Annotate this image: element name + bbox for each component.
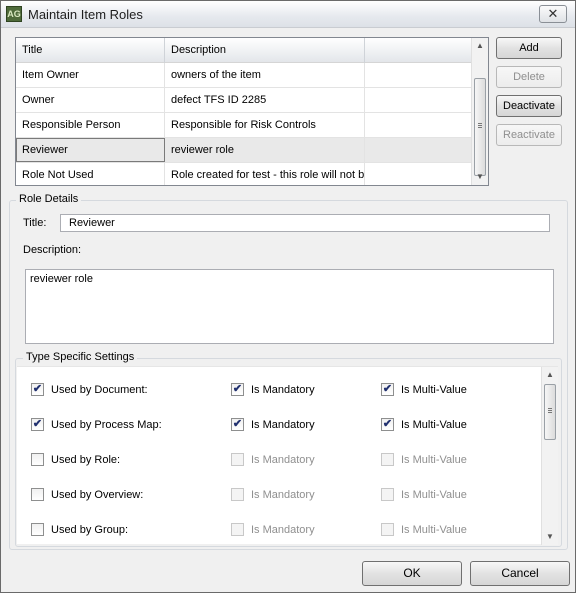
type-settings-legend: Type Specific Settings (23, 351, 138, 363)
ok-button[interactable]: OK (362, 561, 462, 586)
scroll-thumb[interactable] (474, 78, 486, 176)
row-description-cell: Role created for test - this role will n… (165, 163, 365, 185)
column-header-extra[interactable] (365, 38, 472, 63)
is-multi-value-label: Is Multi-Value (401, 454, 467, 466)
row-description-cell: defect TFS ID 2285 (165, 88, 365, 112)
used-by-label: Used by Role: (51, 454, 121, 466)
is-mandatory-checkbox[interactable] (231, 523, 244, 536)
description-label: Description: (23, 244, 82, 256)
used-by-label: Used by Document: (51, 384, 148, 396)
deactivate-button[interactable]: Deactivate (496, 95, 562, 117)
used-by-checkbox[interactable]: ✔ (31, 383, 44, 396)
delete-button[interactable]: Delete (496, 66, 562, 88)
row-description-cell: Responsible for Risk Controls (165, 113, 365, 137)
settings-row: Used by Group: Is Mandatory Is Multi-Value (17, 520, 537, 540)
is-mandatory-checkbox[interactable]: ✔ (231, 418, 244, 431)
table-header: Title Description (16, 38, 472, 63)
reactivate-button[interactable]: Reactivate (496, 124, 562, 146)
is-mandatory-checkbox[interactable] (231, 453, 244, 466)
used-by-checkbox[interactable] (31, 453, 44, 466)
row-extra-cell (365, 138, 472, 162)
close-button[interactable]: ✕ (539, 5, 567, 23)
row-extra-cell (365, 63, 472, 87)
add-button[interactable]: Add (496, 37, 562, 59)
maintain-item-roles-dialog: AG Maintain Item Roles ✕ Title Descripti… (0, 0, 576, 593)
is-multi-value-label: Is Multi-Value (401, 384, 467, 396)
column-header-title[interactable]: Title (16, 38, 165, 63)
is-multi-value-checkbox[interactable] (381, 453, 394, 466)
row-extra-cell (365, 88, 472, 112)
settings-row: ✔ Used by Process Map: ✔ Is Mandatory ✔ Is Mu… (17, 415, 537, 435)
is-mandatory-checkbox[interactable]: ✔ (231, 383, 244, 396)
settings-scroll-up-icon[interactable]: ▲ (542, 367, 558, 383)
description-field[interactable]: reviewer role (25, 269, 554, 344)
is-mandatory-label: Is Mandatory (251, 454, 315, 466)
role-details-legend: Role Details (16, 193, 82, 205)
table-scrollbar[interactable]: ▲ ▼ (471, 38, 488, 185)
row-description-cell: owners of the item (165, 63, 365, 87)
row-extra-cell (365, 163, 472, 185)
column-header-description[interactable]: Description (165, 38, 365, 63)
is-multi-value-checkbox[interactable] (381, 488, 394, 501)
scroll-up-icon[interactable]: ▲ (472, 38, 488, 54)
is-mandatory-checkbox[interactable] (231, 488, 244, 501)
row-title-cell: Reviewer (16, 138, 165, 162)
table-row[interactable]: Reviewer reviewer role (16, 138, 472, 163)
settings-row: Used by Role: Is Mandatory Is Multi-Value (17, 450, 537, 470)
is-multi-value-label: Is Multi-Value (401, 524, 467, 536)
is-multi-value-checkbox[interactable] (381, 523, 394, 536)
is-mandatory-label: Is Mandatory (251, 489, 315, 501)
table-row[interactable]: Responsible Person Responsible for Risk C… (16, 113, 472, 138)
row-title-cell: Role Not Used (16, 163, 165, 185)
is-mandatory-label: Is Mandatory (251, 384, 315, 396)
app-logo-icon: AG (6, 6, 22, 22)
settings-scroll-thumb[interactable] (544, 384, 556, 440)
table-row[interactable]: Owner defect TFS ID 2285 (16, 88, 472, 113)
table-row[interactable]: Item Owner owners of the item (16, 63, 472, 88)
table-body: Item Owner owners of the item Owner defect … (16, 63, 472, 185)
type-settings-list: ✔ Used by Document: ✔ Is Mandatory ✔ Is Multi… (17, 366, 558, 545)
is-multi-value-checkbox[interactable]: ✔ (381, 418, 394, 431)
row-title-cell: Owner (16, 88, 165, 112)
row-extra-cell (365, 113, 472, 137)
settings-scrollbar[interactable]: ▲ ▼ (541, 367, 558, 545)
title-bar: AG Maintain Item Roles ✕ (1, 1, 575, 28)
row-title-cell: Item Owner (16, 63, 165, 87)
is-multi-value-label: Is Multi-Value (401, 419, 467, 431)
settings-row: ✔ Used by Document: ✔ Is Mandatory ✔ Is Multi… (17, 380, 537, 400)
is-multi-value-checkbox[interactable]: ✔ (381, 383, 394, 396)
title-label: Title: (23, 217, 47, 229)
used-by-label: Used by Group: (51, 524, 129, 536)
window-title: Maintain Item Roles (28, 7, 143, 22)
used-by-checkbox[interactable] (31, 523, 44, 536)
used-by-label: Used by Process Map: (51, 419, 162, 431)
table-row[interactable]: Role Not Used Role created for test - thi… (16, 163, 472, 185)
cancel-button[interactable]: Cancel (470, 561, 570, 586)
is-multi-value-label: Is Multi-Value (401, 489, 467, 501)
settings-scroll-down-icon[interactable]: ▼ (542, 529, 558, 545)
is-mandatory-label: Is Mandatory (251, 419, 315, 431)
row-description-cell: reviewer role (165, 138, 365, 162)
scroll-down-icon[interactable]: ▼ (472, 169, 488, 185)
used-by-checkbox[interactable]: ✔ (31, 418, 44, 431)
is-mandatory-label: Is Mandatory (251, 524, 315, 536)
row-title-cell: Responsible Person (16, 113, 165, 137)
settings-row: Used by Overview: Is Mandatory Is Multi-Va… (17, 485, 537, 505)
roles-table: Title Description Item Owner owners of th… (15, 37, 489, 186)
used-by-label: Used by Overview: (51, 489, 144, 501)
title-field[interactable]: Reviewer (60, 214, 550, 232)
used-by-checkbox[interactable] (31, 488, 44, 501)
